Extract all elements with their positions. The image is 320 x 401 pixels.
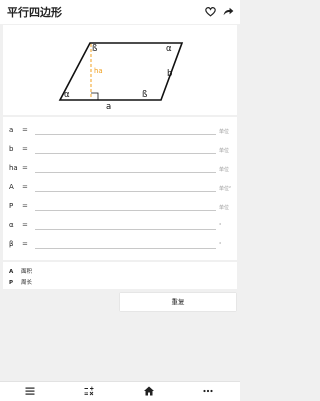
- unit-label: °: [219, 242, 222, 248]
- unit-label: 单位: [219, 148, 230, 154]
- field-label: A: [9, 183, 14, 191]
- legend-symbol: A: [9, 269, 14, 275]
- equals-sign: =: [22, 240, 28, 248]
- input-fields-card: a = 单位 b = 单位 ha = 单位 A = 单位² P = 单位 α =…: [3, 117, 237, 260]
- equals-sign: =: [22, 202, 28, 210]
- bottom-nav: [0, 381, 240, 401]
- height-label: ha: [94, 67, 103, 75]
- calculator-icon[interactable]: [83, 386, 95, 396]
- vertex-beta-bottom: ß: [142, 90, 147, 100]
- app-bar: 平行四边形: [0, 0, 240, 24]
- legend-text: 周长: [21, 280, 33, 286]
- field-label: β: [9, 240, 14, 248]
- field-label: a: [9, 126, 14, 134]
- equals-sign: =: [22, 145, 28, 153]
- legend-text: 面积: [21, 269, 33, 275]
- field-row-area[interactable]: A = 单位²: [3, 179, 237, 198]
- figure-card: α ß α ß a b ha: [3, 25, 237, 115]
- unit-label: °: [219, 223, 222, 229]
- unit-label: 单位²: [219, 186, 232, 192]
- parallelogram-shape: [58, 42, 184, 101]
- vertex-alpha-left: α: [64, 90, 70, 100]
- heart-icon[interactable]: [204, 5, 217, 18]
- legend-symbol: P: [9, 280, 14, 286]
- side-a-label: a: [106, 102, 111, 112]
- menu-icon[interactable]: [24, 386, 36, 396]
- equals-sign: =: [22, 221, 28, 229]
- input-line[interactable]: [35, 229, 216, 230]
- input-line[interactable]: [35, 210, 216, 211]
- field-row-b[interactable]: b = 单位: [3, 141, 237, 160]
- input-line[interactable]: [35, 248, 216, 249]
- input-line[interactable]: [35, 153, 216, 154]
- field-row-a[interactable]: a = 单位: [3, 122, 237, 141]
- vertex-alpha-top: α: [166, 44, 172, 54]
- page-title: 平行四边形: [7, 6, 62, 19]
- unit-label: 单位: [219, 205, 230, 211]
- equals-sign: =: [22, 164, 28, 172]
- field-row-beta[interactable]: β = °: [3, 236, 237, 255]
- home-icon[interactable]: [143, 386, 155, 396]
- share-icon[interactable]: [222, 5, 235, 18]
- input-line[interactable]: [35, 191, 216, 192]
- field-row-perimeter[interactable]: P = 单位: [3, 198, 237, 217]
- right-angle-marker: [91, 92, 99, 100]
- field-label: b: [9, 145, 14, 153]
- legend-item-perimeter: P 周长: [9, 278, 32, 286]
- legend-item-area: A 面积: [9, 267, 32, 275]
- more-icon[interactable]: [202, 386, 214, 396]
- parallelogram-diagram: α ß α ß a b ha: [58, 42, 184, 112]
- field-row-alpha[interactable]: α = °: [3, 217, 237, 236]
- reset-button[interactable]: 重复: [120, 293, 236, 311]
- vertex-beta-top: ß: [92, 44, 97, 54]
- field-row-ha[interactable]: ha = 单位: [3, 160, 237, 179]
- unit-label: 单位: [219, 129, 230, 135]
- field-label: ha: [9, 164, 18, 172]
- input-line[interactable]: [35, 134, 216, 135]
- legend-card: A 面积 P 周长: [3, 262, 237, 289]
- unit-label: 单位: [219, 167, 230, 173]
- equals-sign: =: [22, 183, 28, 191]
- field-label: α: [9, 221, 14, 229]
- equals-sign: =: [22, 126, 28, 134]
- side-b-label: b: [167, 69, 172, 79]
- input-line[interactable]: [35, 172, 216, 173]
- field-label: P: [9, 202, 14, 210]
